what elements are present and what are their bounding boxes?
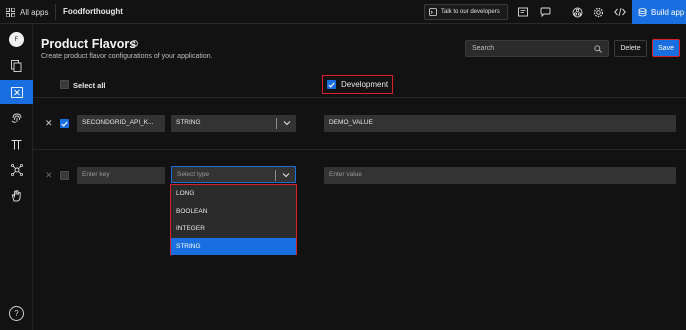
delete-button[interactable]: Delete xyxy=(614,40,647,57)
type-option-integer[interactable]: INTEGER xyxy=(171,220,296,238)
select-all-checkbox[interactable] xyxy=(60,80,69,89)
settings-gear-icon[interactable] xyxy=(591,5,605,19)
grid-icon xyxy=(6,7,15,17)
code-icon[interactable] xyxy=(613,5,627,19)
integrations-icon[interactable] xyxy=(570,5,584,19)
value-input[interactable]: Enter value xyxy=(324,167,676,184)
remove-row-icon[interactable]: ✕ xyxy=(45,118,53,129)
type-select[interactable]: STRING xyxy=(171,115,296,132)
select-separator xyxy=(276,118,277,129)
row-checkbox[interactable] xyxy=(60,171,69,180)
sidebar-item-pi[interactable] xyxy=(0,132,33,156)
talk-to-developers-button[interactable]: Talk to our developers xyxy=(424,4,508,20)
type-option-string[interactable]: STRING xyxy=(171,237,296,255)
row-checkbox[interactable] xyxy=(60,119,69,128)
search-placeholder: Search xyxy=(472,45,495,52)
sidebar-item-files[interactable] xyxy=(0,54,33,78)
files-icon xyxy=(11,60,22,72)
type-select-placeholder: Select type xyxy=(177,171,210,178)
select-separator xyxy=(275,170,276,181)
key-input[interactable]: Enter key xyxy=(77,167,165,184)
build-app-button[interactable]: Build app xyxy=(632,0,686,24)
search-icon xyxy=(594,45,602,53)
header-divider xyxy=(33,97,686,98)
sidebar: F ? xyxy=(0,24,33,330)
check-icon xyxy=(61,121,68,127)
network-icon xyxy=(10,164,23,176)
type-dropdown-menu: LONG BOOLEAN INTEGER STRING xyxy=(170,184,297,255)
build-app-label: Build app xyxy=(651,7,685,17)
chevron-down-icon xyxy=(282,173,290,178)
select-all-label: Select all xyxy=(73,81,106,90)
help-icon[interactable]: ? xyxy=(9,306,24,321)
hand-icon xyxy=(11,190,21,202)
topbar-divider xyxy=(55,4,56,20)
page-title: Product Flavors xyxy=(41,37,137,51)
type-option-boolean[interactable]: BOOLEAN xyxy=(171,203,296,221)
fingerprint-icon xyxy=(11,113,21,123)
chat-icon xyxy=(429,8,437,16)
talk-label: Talk to our developers xyxy=(441,9,500,15)
remove-row-icon[interactable]: ✕ xyxy=(45,170,53,181)
search-input[interactable]: Search xyxy=(465,40,609,57)
message-icon[interactable] xyxy=(538,5,552,19)
notes-icon[interactable] xyxy=(516,5,530,19)
check-icon xyxy=(328,82,335,88)
type-option-long[interactable]: LONG xyxy=(171,185,296,203)
value-field[interactable]: DEMO_VALUE xyxy=(324,115,676,132)
all-apps-link[interactable]: All apps xyxy=(6,4,48,20)
page-subtitle: Create product flavor configurations of … xyxy=(41,53,213,60)
sidebar-item-variables[interactable] xyxy=(0,80,33,104)
variable-icon xyxy=(10,86,23,98)
avatar[interactable]: F xyxy=(9,32,24,47)
key-field[interactable]: SECONDGRID_API_K... xyxy=(77,115,165,132)
stack-icon xyxy=(638,7,647,16)
info-icon[interactable]: i xyxy=(131,40,138,47)
app-name: Foodforthought xyxy=(63,7,123,16)
all-apps-label: All apps xyxy=(20,7,49,17)
flavor-column-development[interactable]: Development xyxy=(322,75,393,94)
type-select-value: STRING xyxy=(176,119,201,126)
development-label: Development xyxy=(341,80,389,89)
sidebar-item-network[interactable] xyxy=(0,158,33,182)
save-button[interactable]: Save xyxy=(652,39,680,57)
sidebar-item-hand[interactable] xyxy=(0,184,33,208)
sidebar-item-fingerprint[interactable] xyxy=(0,106,33,130)
pi-icon xyxy=(11,139,22,149)
chevron-down-icon xyxy=(283,121,291,126)
type-select-open[interactable]: Select type xyxy=(171,166,296,183)
top-bar: All apps Foodforthought Talk to our deve… xyxy=(0,0,686,24)
row-divider xyxy=(33,149,686,150)
development-checkbox[interactable] xyxy=(327,80,336,89)
